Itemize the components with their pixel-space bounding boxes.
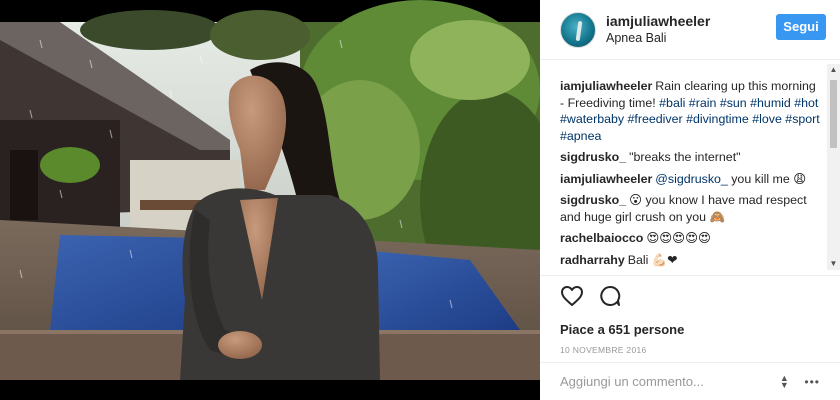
resize-arrows-icon[interactable]: ▲ ▼ [778,373,790,389]
header-text: iamjuliawheeler Apnea Bali [606,13,776,47]
photo-image [0,0,540,400]
heart-icon[interactable] [560,284,584,308]
comment-text: "breaks the internet" [629,150,741,164]
comment-text: 😍😍😍😍😍 [646,231,711,245]
hashtag-link[interactable]: #hot [794,96,818,110]
post-photo[interactable] [0,0,540,400]
comment-item: iamjuliawheeler @sigdrusko_ you kill me 😩 [560,171,822,188]
comment-item: iamjuliawheeler Rain clearing up this mor… [560,78,822,144]
hashtag-link[interactable]: #freediver [628,112,683,126]
comment-item: rachelbaiocco 😍😍😍😍😍 [560,230,822,247]
scrollbar-thumb[interactable] [830,80,837,148]
hashtag-link[interactable]: #apnea [560,129,601,143]
comment-text: you kill me 😩 [727,171,807,186]
username-link[interactable]: iamjuliawheeler [606,13,776,30]
comment-item: radharrahy Bali 💪🏻❤ [560,252,822,269]
comment-item: sigdrusko_ 😮 you know I have mad respect … [560,192,822,225]
follow-button[interactable]: Segui [776,13,826,40]
comments-list[interactable]: iamjuliawheeler Rain clearing up this mor… [540,62,840,274]
more-options-icon[interactable]: ••• [804,375,820,389]
comment-username[interactable]: sigdrusko_ [560,150,626,164]
avatar[interactable] [560,11,596,48]
comment-icon[interactable] [598,284,622,308]
comment-username[interactable]: rachelbaiocco [560,231,643,245]
add-comment-bar: ▲▼ ••• [540,362,840,400]
post-date[interactable]: 10 novembre 2016 [560,345,820,355]
comment-input[interactable] [560,374,779,389]
scroll-up-arrow-icon[interactable]: ▲ [827,64,840,76]
hashtag-link[interactable]: #divingtime [686,112,749,126]
scroll-down-arrow-icon[interactable]: ▼ [827,258,840,270]
post-header: iamjuliawheeler Apnea Bali Segui [540,0,840,60]
location-link[interactable]: Apnea Bali [606,30,776,47]
comment-username[interactable]: radharrahy [560,253,625,267]
action-icons [560,284,820,308]
hashtag-link[interactable]: #waterbaby [560,112,624,126]
hashtag-link[interactable]: #humid [750,96,791,110]
comments-scrollbar[interactable]: ▲ ▼ [827,64,840,270]
hashtag-link[interactable]: #sun [720,96,747,110]
comment-item: sigdrusko_ "breaks the internet" [560,149,822,166]
post-details-panel: iamjuliawheeler Apnea Bali Segui iamjuli… [540,0,840,400]
comment-username[interactable]: iamjuliawheeler [560,79,652,93]
comment-username[interactable]: iamjuliawheeler [560,172,652,186]
hashtag-link[interactable]: #sport [785,112,819,126]
comment-text: Bali 💪🏻❤ [627,252,678,267]
mention-link[interactable]: @sigdrusko_ [655,172,728,186]
comment-username[interactable]: sigdrusko_ [560,193,626,207]
hashtag-link[interactable]: #love [752,112,782,126]
hashtag-link[interactable]: #rain [689,96,717,110]
hashtag-link[interactable]: #bali [659,96,685,110]
likes-count[interactable]: Piace a 651 persone [560,322,820,337]
